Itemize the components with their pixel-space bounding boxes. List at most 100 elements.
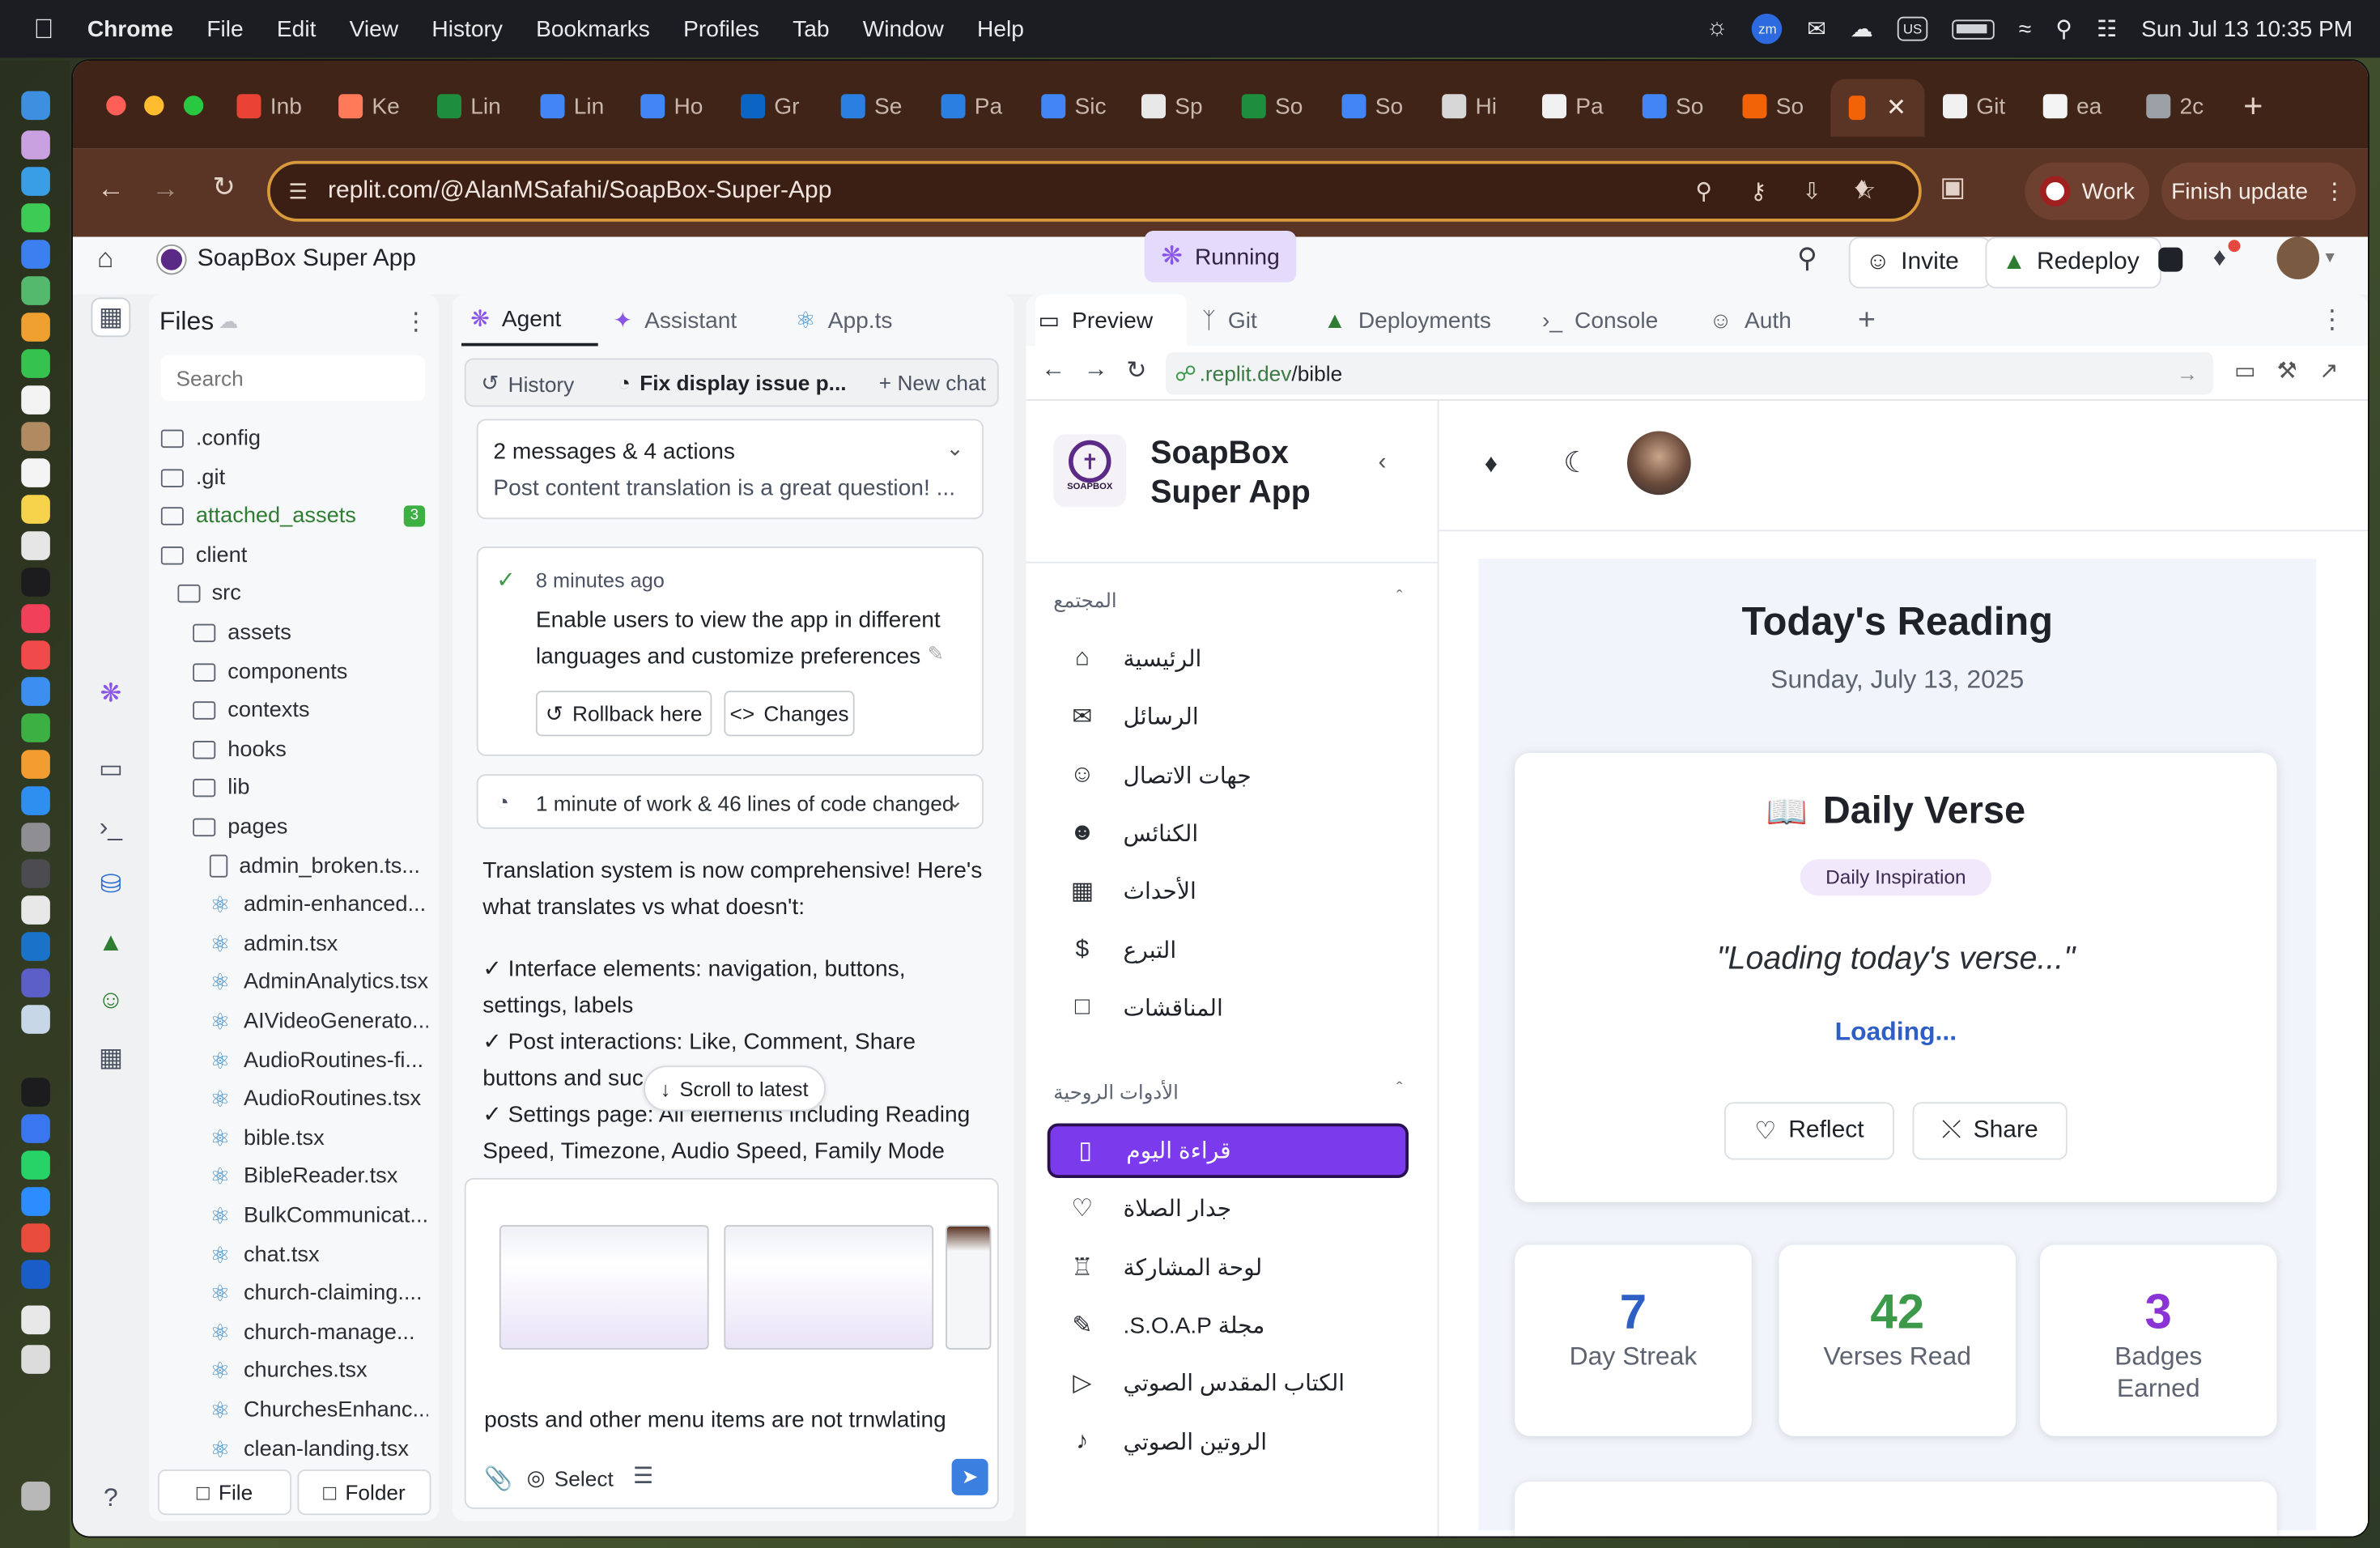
history-button[interactable]: ↺ History xyxy=(481,371,574,397)
facetime-icon[interactable] xyxy=(21,349,50,378)
chrome-dock-icon-2[interactable] xyxy=(21,1223,50,1252)
install-app-icon[interactable]: ⇩ xyxy=(1802,177,1821,205)
reload-icon[interactable]: ↻ xyxy=(1126,355,1146,386)
files-search-input[interactable] xyxy=(160,355,425,401)
folder-item[interactable]: attached_assets 3 xyxy=(160,500,428,533)
address-bar[interactable]: ☰ replit.com/@AlanMSafahi/SoapBox-Super-… xyxy=(267,160,1922,222)
edit-pencil-icon[interactable]: ✎ xyxy=(928,642,944,666)
reflect-button[interactable]: ♡ Reflect xyxy=(1724,1102,1894,1160)
folder-item[interactable]: .config xyxy=(160,422,428,455)
menu-edit[interactable]: Edit xyxy=(277,16,316,42)
nav-item[interactable]: ▦ الأحداث xyxy=(1048,864,1409,919)
preview-url-input[interactable]: ☍ .replit.dev/bible → xyxy=(1166,352,2213,395)
notes-icon[interactable] xyxy=(21,495,50,524)
attachment-thumbnail[interactable] xyxy=(499,1225,709,1350)
redeploy-button[interactable]: ▲ Redeploy xyxy=(1985,236,2161,289)
file-item[interactable]: ⚛ AudioRoutines.tsx xyxy=(209,1082,428,1116)
file-item[interactable]: ⚛ AIVideoGenerato... xyxy=(209,1005,428,1038)
preview-kebab-icon[interactable]: ⋮ xyxy=(2319,295,2345,347)
chrome-tab[interactable]: Se xyxy=(840,91,902,122)
auth-tool-icon[interactable]: ☺ xyxy=(91,980,131,1020)
console-tool-icon[interactable]: ›_ xyxy=(91,808,131,848)
user-avatar[interactable] xyxy=(1627,431,1691,495)
files-tool-icon[interactable]: ▦ xyxy=(91,297,131,338)
wifi-calling-icon[interactable]: ☼ xyxy=(1706,15,1728,43)
tab-agent[interactable]: ❋ Agent xyxy=(461,295,598,347)
moon-icon[interactable]: ☾ xyxy=(1563,446,1589,481)
devtools-wrench-icon[interactable]: ⚒ xyxy=(2277,357,2297,385)
nav-item[interactable]: ♪ الروتين الصوتي xyxy=(1048,1414,1409,1469)
tab-git[interactable]: ᛉ Git xyxy=(1202,295,1257,347)
chat-input-text[interactable]: posts and other menu items are not trnwl… xyxy=(484,1407,946,1433)
nav-item[interactable]: $ التبرع xyxy=(1048,922,1409,977)
reminders-icon[interactable] xyxy=(21,458,50,487)
chrome-tab[interactable]: Inb xyxy=(236,91,302,122)
file-item[interactable]: ⚛ BibleReader.tsx xyxy=(209,1160,428,1193)
menu-app-name[interactable]: Chrome xyxy=(87,16,173,42)
device-icon[interactable]: ▭ xyxy=(2234,357,2256,385)
changes-button[interactable]: <> Changes xyxy=(724,691,855,737)
back-icon[interactable]: ← xyxy=(1041,357,1065,385)
zoom-icon[interactable]: zm xyxy=(1752,13,1783,45)
folder-item[interactable]: client xyxy=(160,538,428,572)
chrome-tab[interactable]: So xyxy=(1341,91,1403,122)
nav-item[interactable]: □ المناقشات xyxy=(1048,980,1409,1036)
database-icon[interactable]: ⛁ xyxy=(91,865,131,905)
folder-item[interactable]: pages xyxy=(193,810,428,844)
tab-deployments[interactable]: ▲ Deployments xyxy=(1324,295,1491,347)
tab-app-ts[interactable]: ⚛ App.ts xyxy=(796,295,893,347)
back-icon[interactable]: ← xyxy=(97,173,125,205)
zoom-window-button[interactable] xyxy=(183,96,204,116)
tab-auth[interactable]: ☺ Auth xyxy=(1709,295,1791,347)
deployments-tool-icon[interactable]: ▲ xyxy=(91,923,131,963)
pages-icon[interactable] xyxy=(21,750,50,779)
1password-icon[interactable] xyxy=(21,1260,50,1289)
file-item[interactable]: ⚛ AudioRoutines-fi... xyxy=(209,1044,428,1077)
folder-item[interactable]: src xyxy=(176,577,427,610)
select-element-button[interactable]: ◎ Select xyxy=(527,1465,614,1491)
messages-icon[interactable] xyxy=(21,203,50,232)
files-kebab-menu-icon[interactable]: ⋮ xyxy=(404,307,428,338)
file-item[interactable]: ⚛ admin-enhanced... xyxy=(209,888,428,921)
music-icon[interactable] xyxy=(21,604,50,633)
apple-icon[interactable]:  xyxy=(33,13,53,45)
file-item[interactable]: ⚛ churches.tsx xyxy=(209,1354,428,1388)
file-item[interactable]: ⚛ AdminAnalytics.tsx xyxy=(209,966,428,999)
user-avatar[interactable] xyxy=(2276,236,2319,279)
menu-view[interactable]: View xyxy=(350,16,398,42)
menu-tab[interactable]: Tab xyxy=(793,16,829,42)
chrome-tab[interactable]: Pa xyxy=(1542,91,1604,122)
forward-icon[interactable]: → xyxy=(1084,357,1108,385)
new-folder-button[interactable]: □ Folder xyxy=(297,1469,431,1516)
menubar-clock[interactable]: Sun Jul 13 10:35 PM xyxy=(2141,16,2352,42)
close-window-button[interactable] xyxy=(106,96,126,116)
nav-item[interactable]: ▷ الكتاب المقدس الصوتي xyxy=(1048,1356,1409,1411)
contacts-icon[interactable] xyxy=(21,422,50,451)
all-tools-icon[interactable]: ▦ xyxy=(91,1039,131,1078)
folder-item[interactable]: lib xyxy=(193,772,428,805)
address-url[interactable]: replit.com/@AlanMSafahi/SoapBox-Super-Ap… xyxy=(328,177,831,205)
chevron-up-icon[interactable]: ˆ xyxy=(1396,1078,1403,1099)
new-file-button[interactable]: □ File xyxy=(158,1469,291,1516)
document-icon[interactable] xyxy=(21,1305,50,1335)
share-button[interactable]: ⤬ Share xyxy=(1912,1102,2068,1160)
tab-console[interactable]: ›_ Console xyxy=(1542,295,1658,347)
search-icon[interactable]: ⚲ xyxy=(1797,243,1817,274)
preview-tool-icon[interactable]: ▭ xyxy=(91,750,131,789)
minimize-window-button[interactable] xyxy=(144,96,165,116)
finish-update-button[interactable]: Finish update ⋮ xyxy=(2161,162,2356,220)
teams-icon[interactable] xyxy=(21,968,50,997)
nav-item[interactable]: ♖ لوحة المشاركة xyxy=(1048,1240,1409,1295)
input-source-indicator[interactable]: US xyxy=(1897,16,1928,41)
file-item[interactable]: ⚛ ChurchesEnhanc... xyxy=(209,1393,428,1427)
chrome-tab[interactable]: Sp xyxy=(1141,91,1203,122)
launchpad-icon[interactable] xyxy=(21,130,50,159)
mail-app-icon[interactable] xyxy=(21,240,50,269)
maps-icon[interactable] xyxy=(21,276,50,305)
numbers-icon[interactable] xyxy=(21,713,50,742)
system-settings-icon[interactable] xyxy=(21,823,50,852)
new-chat-button[interactable]: + New chat xyxy=(879,371,986,395)
outlook-dock-icon[interactable] xyxy=(21,932,50,961)
file-item[interactable]: ⚛ chat.tsx xyxy=(209,1238,428,1271)
spotlight-search-icon[interactable]: ⚲ xyxy=(2055,15,2072,43)
